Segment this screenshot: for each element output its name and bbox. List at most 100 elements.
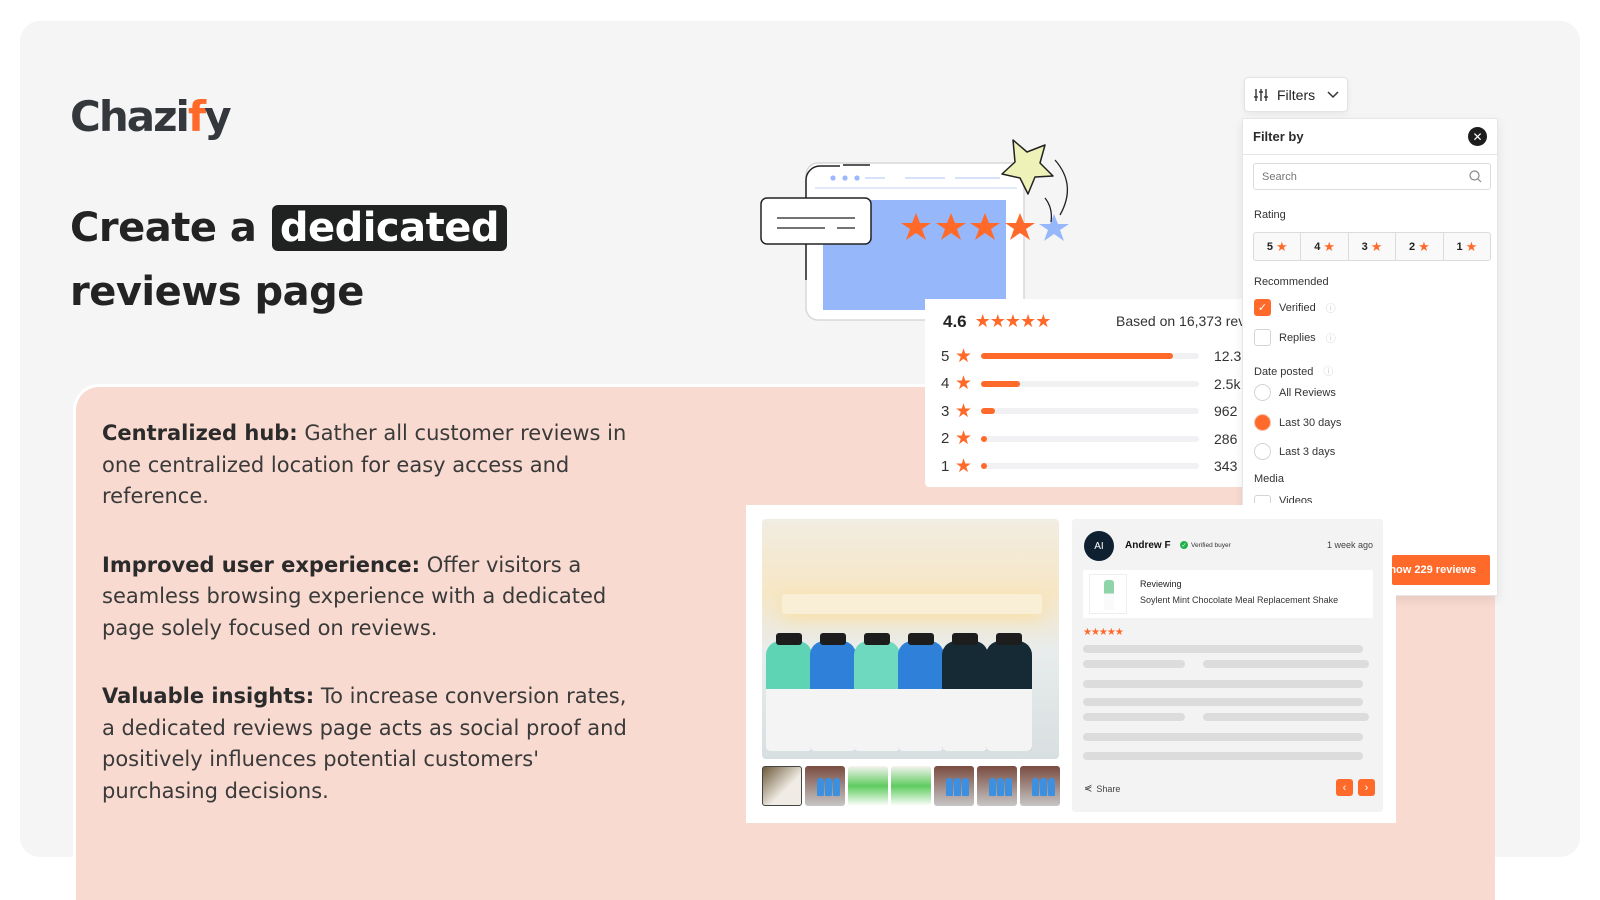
star-icon: ★ <box>1465 238 1478 254</box>
photo-thumbnail[interactable] <box>977 766 1017 806</box>
next-button[interactable]: › <box>1358 779 1375 796</box>
review-stars: ★★★★★ <box>1083 627 1124 638</box>
info-icon: ⓘ <box>1323 367 1334 378</box>
rating-bar-stars: 1 <box>941 457 950 475</box>
verified-badge: ✓ Verified buyer <box>1180 541 1231 549</box>
share-icon: ⋞ <box>1084 783 1093 794</box>
photo-thumbnail[interactable] <box>934 766 974 806</box>
text-placeholder <box>1083 713 1185 721</box>
filter-search-input[interactable] <box>1262 170 1469 183</box>
checkbox-icon <box>1254 495 1271 503</box>
date-option-30-days[interactable]: Last 30 days <box>1254 414 1341 431</box>
checkbox-checked-icon: ✓ <box>1254 299 1271 316</box>
rating-bar-track <box>981 435 1199 442</box>
rating-bar-row[interactable]: 3 ★ 962 <box>941 400 1255 422</box>
date-option-all[interactable]: All Reviews <box>1254 384 1336 401</box>
star-icon: ★ <box>1418 238 1430 254</box>
text-placeholder <box>1083 733 1363 741</box>
rating-bar-count: 286 <box>1214 430 1238 447</box>
info-icon: ⓘ <box>1325 334 1336 345</box>
rating-summary: 4.6 ★★★★★ Based on 16,373 reviews 5★12.3… <box>925 299 1255 487</box>
star-icon: ★ <box>955 455 973 477</box>
product-thumbnail <box>1089 574 1127 614</box>
close-icon[interactable]: ✕ <box>1468 127 1487 146</box>
media-label: Media <box>1254 473 1284 485</box>
radio-icon <box>1254 443 1271 460</box>
review-widget: AI Andrew F ✓ Verified buyer 1 week ago R… <box>746 505 1396 823</box>
videos-checkbox[interactable]: Videos <box>1254 495 1312 503</box>
rating-bar-row[interactable]: 4 ★ 2.5k <box>941 373 1255 394</box>
check-circle-icon: ✓ <box>1180 541 1188 549</box>
chevron-left-icon: ‹ <box>1342 781 1347 794</box>
radio-icon <box>1254 384 1271 401</box>
chevron-right-icon: › <box>1364 781 1369 794</box>
filters-button[interactable]: Filters <box>1244 77 1348 112</box>
date-posted-label: Date posted ⓘ <box>1254 366 1334 378</box>
benefits-list: Centralized hub: Gather all customer rev… <box>102 418 632 844</box>
rating-bar-fill <box>981 435 987 442</box>
benefit-user-experience: Improved user experience: Offer visitors… <box>102 552 607 640</box>
star-icon: ★ <box>955 428 973 449</box>
filter-search[interactable] <box>1253 163 1491 190</box>
empty-star-icon <box>1039 214 1069 241</box>
rating-option-5[interactable]: 5 ★ <box>1254 233 1302 260</box>
previous-button[interactable]: ‹ <box>1336 779 1353 796</box>
photo-thumbnail[interactable] <box>762 766 802 806</box>
photo-thumbnail[interactable] <box>891 766 931 806</box>
rating-bar-track <box>981 380 1199 387</box>
photo-thumbnails <box>762 766 1060 806</box>
text-placeholder <box>1083 660 1185 668</box>
date-option-3-days[interactable]: Last 3 days <box>1254 443 1335 460</box>
filter-panel-title: Filter by <box>1253 129 1304 144</box>
text-placeholder <box>1083 645 1363 653</box>
rating-bar-stars: 4 <box>941 375 950 392</box>
info-icon: ⓘ <box>1325 304 1336 315</box>
rating-bar-track <box>981 408 1199 414</box>
chazify-logo: Chazify <box>70 92 232 141</box>
avatar: AI <box>1084 531 1114 561</box>
star-icon: ★ <box>1275 238 1288 254</box>
rating-filter: 5 ★ 4 ★ 3 ★ 2 ★ 1 ★ <box>1253 232 1491 261</box>
star-icon: ★ <box>955 400 973 422</box>
rating-bar-row[interactable]: 1 ★ 343 <box>941 455 1255 477</box>
text-placeholder <box>1083 680 1363 688</box>
rating-bar-row[interactable]: 5 ★ 12.3k <box>941 346 1255 367</box>
replies-checkbox[interactable]: Replies ⓘ <box>1254 329 1336 346</box>
chevron-down-icon <box>1327 90 1339 98</box>
rating-bar-row[interactable]: 2 ★ 286 <box>941 428 1255 449</box>
checkbox-icon <box>1254 329 1271 346</box>
share-button[interactable]: ⋞ Share <box>1084 783 1120 794</box>
text-placeholder <box>1203 660 1369 668</box>
verified-checkbox[interactable]: ✓ Verified ⓘ <box>1254 299 1336 316</box>
rating-bar-stars: 5 <box>941 347 950 365</box>
photo-thumbnail[interactable] <box>1020 766 1060 806</box>
review-time: 1 week ago <box>1326 540 1373 550</box>
text-placeholder <box>1203 713 1369 721</box>
benefit-insights: Valuable insights: To increase conversio… <box>102 684 627 803</box>
sliders-icon <box>1254 88 1268 101</box>
rating-bar-count: 2.5k <box>1214 375 1241 392</box>
rating-bar-count: 962 <box>1214 403 1238 419</box>
average-stars: ★★★★★ <box>974 311 1052 331</box>
rating-option-4[interactable]: 4 ★ <box>1301 233 1349 260</box>
rating-label: Rating <box>1254 209 1286 221</box>
headline-highlight: dedicated <box>271 205 508 251</box>
show-reviews-button[interactable]: Show 229 reviews <box>1392 555 1490 585</box>
photo-thumbnail[interactable] <box>805 766 845 806</box>
rating-bar-fill <box>981 353 1173 359</box>
text-placeholder <box>1083 698 1363 706</box>
text-card-shape <box>760 197 872 245</box>
product-name: Soylent Mint Chocolate Meal Replacement … <box>1140 595 1339 605</box>
rating-option-3[interactable]: 3 ★ <box>1349 233 1397 260</box>
reviewer-name: Andrew F <box>1125 540 1171 551</box>
rating-bar-count: 343 <box>1214 458 1238 474</box>
benefit-centralized-hub: Centralized hub: Gather all customer rev… <box>102 421 627 508</box>
photo-thumbnail[interactable] <box>848 766 888 806</box>
rating-bar-track <box>981 463 1199 469</box>
star-icon: ★ <box>1323 238 1335 254</box>
rating-option-1[interactable]: 1 ★ <box>1444 233 1490 260</box>
rating-bar-fill <box>981 380 1021 387</box>
rating-option-2[interactable]: 2 ★ <box>1396 233 1444 260</box>
reviewed-product[interactable]: Reviewing Soylent Mint Chocolate Meal Re… <box>1083 570 1373 618</box>
review-photo[interactable] <box>762 519 1059 759</box>
